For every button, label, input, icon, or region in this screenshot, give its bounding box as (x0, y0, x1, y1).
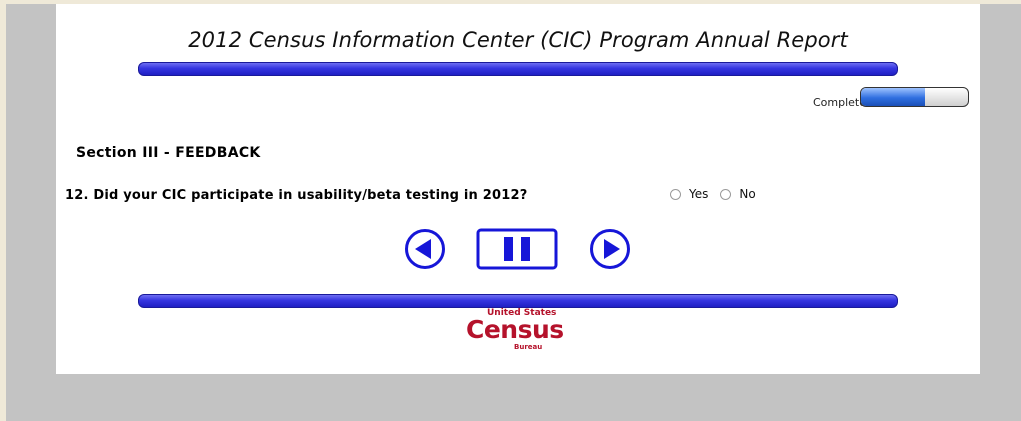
pause-icon (476, 228, 558, 270)
census-bureau-logo: United States Census Bureau (466, 308, 564, 354)
logo-bureau-text: Bureau (514, 343, 543, 351)
pause-button[interactable] (476, 228, 558, 270)
logo-main-text: Census (466, 315, 564, 344)
header-divider-bar (138, 62, 898, 76)
progress-bar (860, 87, 969, 107)
back-button[interactable] (404, 228, 446, 270)
progress-fill (861, 88, 926, 106)
question-text: 12. Did your CIC participate in usabilit… (65, 188, 528, 203)
radio-no[interactable] (720, 188, 732, 200)
section-title: Section III - FEEDBACK (76, 145, 261, 161)
footer-divider-bar (138, 294, 898, 308)
next-arrow-icon (590, 229, 630, 269)
page-title: 2012 Census Information Center (CIC) Pro… (188, 28, 848, 52)
answer-radio-group: Yes No (670, 187, 768, 201)
back-arrow-icon (405, 229, 445, 269)
survey-panel: 2012 Census Information Center (CIC) Pro… (56, 4, 980, 374)
radio-yes[interactable] (670, 188, 681, 200)
radio-no-label: No (739, 187, 756, 201)
page-background: 2012 Census Information Center (CIC) Pro… (6, 4, 1021, 421)
radio-yes-label: Yes (689, 187, 709, 201)
next-button[interactable] (589, 228, 631, 270)
